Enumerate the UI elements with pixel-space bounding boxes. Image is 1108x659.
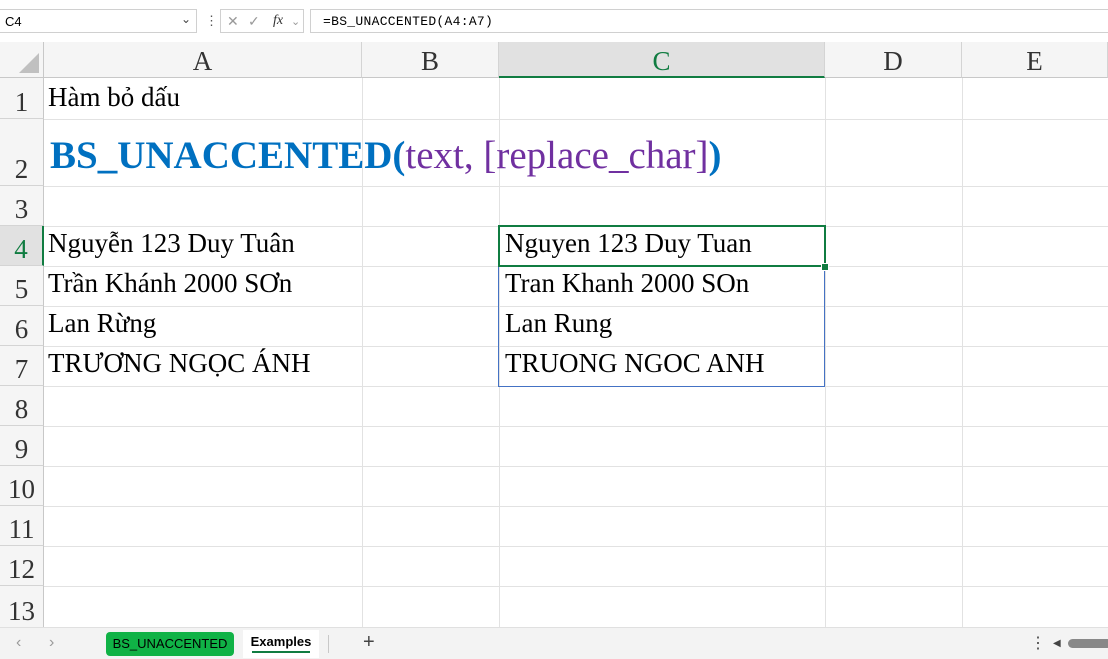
open-paren: ( — [392, 134, 406, 177]
row-header-2[interactable]: 2 — [0, 119, 44, 186]
gridline — [962, 78, 963, 627]
gridline — [825, 78, 826, 627]
cell-a7[interactable]: TRƯƠNG NGỌC ÁNH — [48, 348, 310, 379]
column-header-e[interactable]: E — [962, 42, 1108, 78]
sheet-tab-bs-unaccented[interactable]: BS_UNACCENTED — [106, 632, 234, 656]
row-header-3[interactable]: 3 — [0, 186, 44, 226]
row-header-10[interactable]: 10 — [0, 466, 44, 506]
row-header-6[interactable]: 6 — [0, 306, 44, 346]
formula-bar: C4 ⌄ ⋮ ✕ ✓ fx ⌄ =BS_UNACCENTED(A4:A7) — [0, 0, 1108, 42]
gridline — [44, 546, 1108, 547]
spreadsheet-grid[interactable]: A B C D E 1 2 3 4 5 6 7 8 9 10 11 12 13 … — [0, 42, 1108, 627]
row-header-7[interactable]: 7 — [0, 346, 44, 386]
scroll-left-arrow-icon[interactable]: ◀ — [1053, 638, 1061, 649]
function-name: BS_UNACCENTED — [50, 134, 393, 177]
function-args: text, [replace_char] — [405, 134, 709, 177]
row-number: 4 — [14, 234, 28, 264]
name-box-value: C4 — [5, 14, 22, 29]
insert-function-icon[interactable]: fx — [273, 13, 283, 29]
cancel-icon[interactable]: ✕ — [227, 13, 239, 30]
cell-a1[interactable]: Hàm bỏ dấu — [48, 82, 180, 113]
enter-check-icon[interactable]: ✓ — [248, 13, 260, 30]
column-header-d[interactable]: D — [825, 42, 962, 78]
row-number: 10 — [8, 474, 35, 504]
row-number: 12 — [8, 554, 35, 584]
row-header-13[interactable]: 13 — [0, 586, 44, 627]
scroll-left-icon[interactable]: ‹ — [16, 634, 21, 652]
column-header-b[interactable]: B — [362, 42, 499, 78]
column-header-a[interactable]: A — [44, 42, 362, 78]
gridline — [44, 426, 1108, 427]
cell-a5[interactable]: Trần Khánh 2000 SƠn — [48, 268, 292, 299]
gridline — [44, 466, 1108, 467]
chevron-down-icon[interactable]: ⌄ — [291, 15, 300, 28]
fill-handle[interactable] — [821, 263, 829, 271]
gridline — [44, 506, 1108, 507]
row-number: 7 — [14, 354, 29, 384]
row-header-8[interactable]: 8 — [0, 386, 44, 426]
gridline — [44, 186, 1108, 187]
scroll-right-icon[interactable]: › — [49, 634, 54, 652]
cell-c4[interactable]: Nguyen 123 Duy Tuan — [505, 228, 752, 259]
row-header-9[interactable]: 9 — [0, 426, 44, 466]
formula-tools: ✕ ✓ fx ⌄ — [220, 9, 304, 33]
row-number: 13 — [8, 596, 35, 626]
cell-a2[interactable]: BS_UNACCENTED(text, [replace_char]) — [50, 133, 722, 178]
divider — [328, 635, 329, 653]
formula-text: =BS_UNACCENTED(A4:A7) — [323, 14, 494, 29]
cell-c5[interactable]: Tran Khanh 2000 SOn — [505, 268, 749, 299]
formula-input[interactable]: =BS_UNACCENTED(A4:A7) — [310, 9, 1108, 33]
horizontal-scrollbar[interactable] — [1068, 639, 1108, 648]
column-header-c[interactable]: C — [499, 42, 825, 78]
select-all-button[interactable] — [0, 42, 44, 78]
close-paren: ) — [708, 134, 722, 177]
active-tab-underline — [252, 651, 310, 653]
row-number: 5 — [14, 274, 29, 304]
cell-a4[interactable]: Nguyễn 123 Duy Tuân — [48, 228, 295, 259]
chevron-down-icon[interactable]: ⌄ — [181, 12, 191, 26]
row-number: 8 — [14, 394, 29, 424]
row-number: 1 — [14, 87, 29, 117]
row-number: 6 — [14, 314, 29, 344]
row-number: 3 — [14, 194, 29, 224]
row-header-5[interactable]: 5 — [0, 266, 44, 306]
gridline — [44, 586, 1108, 587]
row-header-4[interactable]: 4 — [0, 226, 44, 266]
more-options-icon[interactable]: ⋮ — [205, 13, 218, 29]
add-sheet-icon[interactable]: + — [363, 631, 375, 654]
cell-a6[interactable]: Lan Rừng — [48, 308, 156, 339]
gridline — [44, 119, 1108, 120]
name-box[interactable]: C4 ⌄ — [0, 9, 197, 33]
row-number: 9 — [14, 434, 29, 464]
sheet-tab-label: Examples — [250, 634, 312, 649]
sheet-tab-examples[interactable]: Examples — [243, 630, 319, 658]
more-options-icon[interactable]: ⋮ — [1030, 633, 1046, 653]
row-header-1[interactable]: 1 — [0, 78, 44, 119]
row-header-12[interactable]: 12 — [0, 546, 44, 586]
row-header-11[interactable]: 11 — [0, 506, 44, 546]
row-number: 11 — [8, 514, 35, 544]
cell-c6[interactable]: Lan Rung — [505, 308, 612, 339]
sheet-tab-bar: ‹ › BS_UNACCENTED Examples + ⋮ ◀ — [0, 627, 1108, 659]
cell-c7[interactable]: TRUONG NGOC ANH — [505, 348, 765, 379]
row-number: 2 — [14, 154, 29, 184]
